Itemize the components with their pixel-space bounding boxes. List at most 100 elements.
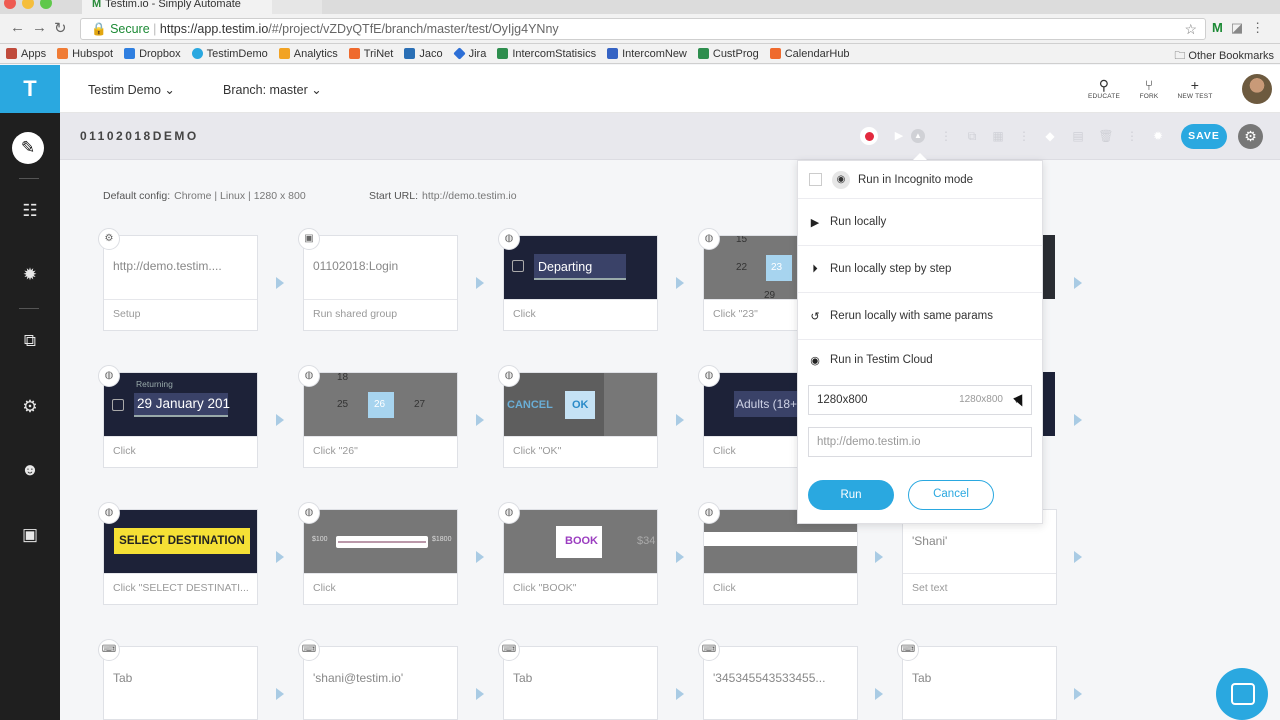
bookmark-testimdemo[interactable]: TestimDemo — [191, 48, 268, 60]
new-tab[interactable] — [272, 0, 322, 14]
avatar[interactable] — [1242, 74, 1272, 104]
calendar-icon — [112, 399, 124, 411]
forward-icon[interactable]: → — [32, 19, 47, 36]
list-icon[interactable]: ☷ — [0, 201, 60, 221]
cancel-button[interactable]: Cancel — [908, 480, 994, 510]
play-icon: ▶ — [810, 216, 820, 229]
extension-square-icon[interactable]: ◪ — [1231, 20, 1243, 36]
browser-tab[interactable]: M Testim.io - Simply Automate — [82, 0, 272, 14]
app-sidebar: T ✎ ☷ ✹ ⧉ ⚙ ☻ ▣ — [0, 65, 60, 720]
users-icon[interactable]: ☻ — [0, 460, 60, 480]
test-name[interactable]: 01102018DEMO — [80, 129, 199, 143]
project-select[interactable]: Testim Demo ⌄ — [88, 82, 175, 97]
bookmark-apps[interactable]: Apps — [6, 48, 46, 60]
incognito-checkbox[interactable] — [809, 173, 822, 186]
group-icon[interactable]: ▦ — [989, 127, 1007, 145]
step-card[interactable]: $100 $1800 Click — [303, 509, 458, 605]
extension-m-icon[interactable]: M — [1212, 20, 1223, 36]
bookmark-trinet[interactable]: TriNet — [348, 48, 393, 60]
robot-icon[interactable]: ▣ — [0, 525, 60, 545]
start-url-input[interactable]: http://demo.testim.io — [808, 427, 1032, 457]
run-button[interactable]: Run — [808, 480, 894, 510]
fork-button[interactable]: ⑂ FORK — [1129, 77, 1169, 100]
bug-report-icon[interactable]: ✹ — [1149, 127, 1167, 145]
step-arrow-icon — [1074, 414, 1082, 426]
step-card[interactable]: Tab — [902, 646, 1057, 720]
step-card[interactable]: http://demo.testim.... Setup — [103, 235, 258, 331]
run-cloud-option[interactable]: ◉ Run in Testim Cloud — [798, 340, 1042, 380]
chat-launcher-icon[interactable] — [1216, 668, 1268, 720]
educate-button[interactable]: ⚲ EDUCATE — [1084, 77, 1124, 100]
testim-logo[interactable]: T — [0, 65, 60, 113]
rerun-option[interactable]: ↺ Rerun locally with same params — [798, 293, 1042, 340]
close-window-button[interactable] — [4, 0, 16, 9]
step-play-icon: ⏵ — [812, 262, 818, 275]
run-step-by-step-option[interactable]: ⏵ Run locally step by step — [798, 246, 1042, 293]
step-card[interactable]: Tab — [103, 646, 258, 720]
record-icon[interactable] — [860, 127, 878, 145]
step-arrow-icon — [676, 551, 684, 563]
step-card[interactable]: BOOK $34 Click "BOOK" — [503, 509, 658, 605]
history-icon: ↺ — [810, 310, 820, 323]
keyboard-icon: ⌨ — [897, 639, 919, 661]
tab-title: Testim.io - Simply Automate — [105, 0, 241, 10]
tag-icon[interactable]: ◆ — [1041, 127, 1059, 145]
step-arrow-icon — [276, 551, 284, 563]
run-options-menu: ◉ Run in Incognito mode ▶ Run locally ⏵ … — [797, 160, 1043, 524]
delete-steps-icon[interactable]: ▤ — [1069, 127, 1087, 145]
minimize-window-button[interactable] — [22, 0, 34, 9]
step-arrow-icon — [476, 688, 484, 700]
save-button[interactable]: SAVE — [1181, 124, 1227, 149]
bookmark-hubspot[interactable]: Hubspot — [57, 48, 113, 60]
chevron-down-icon: ⌄ — [164, 83, 175, 97]
step-card[interactable]: Returning 29 January 201 Click — [103, 372, 258, 468]
other-bookmarks[interactable]: 🗀 Other Bookmarks — [1174, 47, 1274, 66]
keyboard-icon: ⌨ — [298, 639, 320, 661]
mouse-icon: ◍ — [498, 365, 520, 387]
bookmark-jira[interactable]: Jira — [452, 47, 486, 60]
bookmark-calendarhub[interactable]: CalendarHub — [769, 48, 850, 60]
bookmark-custprog[interactable]: CustProg — [697, 48, 759, 60]
lightbulb-icon: ⚲ — [1098, 77, 1110, 93]
sidebar-divider — [19, 308, 39, 309]
bug-icon[interactable]: ✹ — [0, 265, 60, 285]
bookmark-star-icon[interactable]: ☆ — [1184, 19, 1197, 39]
trash-icon[interactable]: 🗑 — [1097, 127, 1115, 145]
new-test-button[interactable]: + NEW TEST — [1175, 77, 1215, 100]
back-icon[interactable]: ← — [10, 19, 25, 36]
step-card[interactable]: SELECT DESTINATION Click "SELECT DESTINA… — [103, 509, 258, 605]
maximize-window-button[interactable] — [40, 0, 52, 9]
browser-tab-bar: M Testim.io - Simply Automate — [0, 0, 1280, 14]
bookmark-dropbox[interactable]: Dropbox — [124, 48, 181, 60]
step-card[interactable]: CANCEL OK Click "OK" — [503, 372, 658, 468]
branch-select[interactable]: Branch: master ⌄ — [223, 82, 322, 97]
bookmark-analytics[interactable]: Analytics — [278, 48, 338, 60]
kebab-icon: ⋮ — [1018, 129, 1030, 143]
reload-icon[interactable]: ↻ — [54, 19, 67, 37]
copy-icon[interactable]: ⧉ — [963, 127, 981, 145]
step-card[interactable]: Departing Click — [503, 235, 658, 331]
step-arrow-icon — [1074, 688, 1082, 700]
test-settings-gear-icon[interactable]: ⚙ — [1238, 124, 1263, 149]
step-card[interactable]: 01102018:Login Run shared group — [303, 235, 458, 331]
menu-kebab-icon[interactable]: ⋮ — [1251, 20, 1264, 36]
incognito-option[interactable]: ◉ Run in Incognito mode — [798, 161, 1042, 199]
run-locally-option[interactable]: ▶ Run locally — [798, 199, 1042, 246]
step-arrow-icon — [276, 277, 284, 289]
step-card[interactable]: '345345543533455... — [703, 646, 858, 720]
url-input[interactable]: 🔒 Secure | https://app.testim.io/#/proje… — [80, 18, 1206, 40]
suites-icon[interactable]: ⧉ — [0, 331, 60, 351]
settings-gear-icon[interactable]: ⚙ — [0, 397, 60, 417]
bookmark-jaco[interactable]: Jaco — [404, 48, 443, 60]
edit-pencil-icon[interactable]: ✎ — [12, 132, 44, 164]
step-arrow-icon — [1074, 277, 1082, 289]
resolution-select[interactable]: 1280x800 1280x800 ▼ — [808, 385, 1032, 415]
step-card[interactable]: Tab — [503, 646, 658, 720]
step-card[interactable]: 18 25 26 27 Click "26" — [303, 372, 458, 468]
step-card[interactable]: 'shani@testim.io' — [303, 646, 458, 720]
run-options-chevron-icon[interactable]: ▲ — [911, 129, 925, 143]
bookmark-intercomnew[interactable]: IntercomNew — [607, 48, 687, 60]
mouse-icon: ◍ — [698, 228, 720, 250]
bookmark-intercomstatisics[interactable]: IntercomStatisics — [497, 48, 596, 60]
play-icon[interactable]: ▶ — [890, 127, 908, 145]
